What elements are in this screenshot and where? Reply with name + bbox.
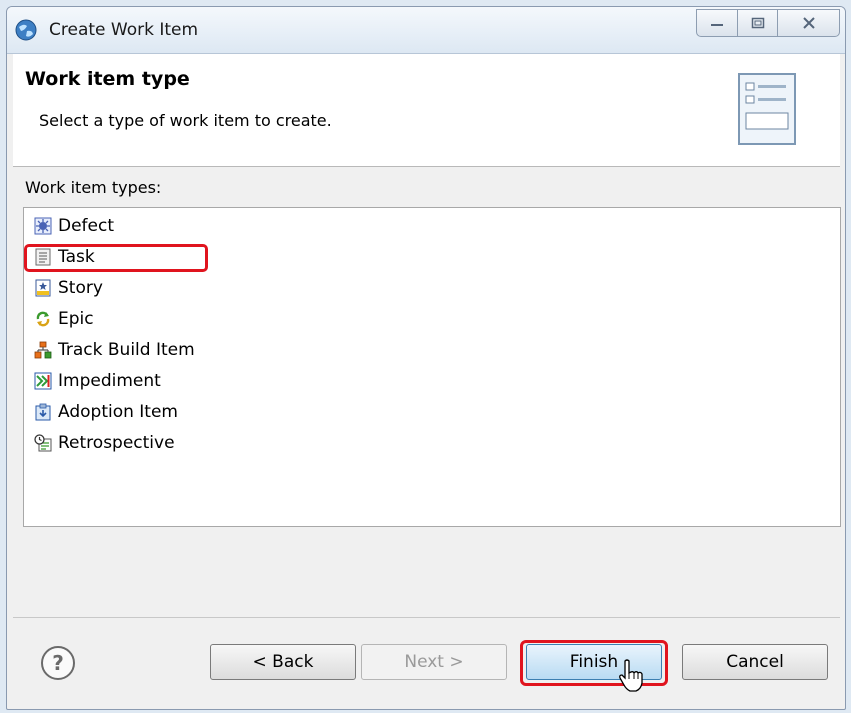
list-item-label: Epic xyxy=(58,309,94,329)
list-item-retrospective[interactable]: Retrospective xyxy=(34,429,175,457)
back-button[interactable]: < Back xyxy=(210,644,356,680)
help-icon: ? xyxy=(52,651,64,675)
list-item-label: Story xyxy=(58,278,103,298)
maximize-button[interactable] xyxy=(738,9,778,37)
wizard-header: Work item type Select a type of work ite… xyxy=(13,54,840,167)
maximize-icon xyxy=(751,17,764,29)
list-item-label: Track Build Item xyxy=(58,340,195,360)
adoption-item-icon xyxy=(35,403,51,421)
epic-icon xyxy=(36,311,50,327)
story-icon xyxy=(35,279,51,297)
close-icon xyxy=(802,17,815,29)
list-item-label: Task xyxy=(58,247,95,267)
footer-divider xyxy=(13,617,840,618)
list-item-impediment[interactable]: Impediment xyxy=(34,367,161,395)
form-wizard-icon xyxy=(738,73,796,145)
task-icon xyxy=(35,248,51,266)
close-button[interactable] xyxy=(778,9,840,37)
finish-highlight-annotation xyxy=(520,640,668,686)
app-globe-icon xyxy=(15,19,37,41)
list-item-defect[interactable]: Defect xyxy=(34,212,114,240)
minimize-button[interactable] xyxy=(696,9,738,37)
impediment-icon xyxy=(34,372,52,390)
window-controls xyxy=(696,9,840,37)
list-item-task[interactable]: Task xyxy=(34,243,95,271)
list-item-label: Retrospective xyxy=(58,433,175,453)
next-button[interactable]: Next > xyxy=(361,644,507,680)
list-item-epic[interactable]: Epic xyxy=(34,305,94,333)
retrospective-icon xyxy=(34,434,52,452)
work-item-type-list[interactable]: Defect Task Story Epic Track Build Item … xyxy=(23,207,841,527)
page-title: Work item type xyxy=(25,68,190,90)
work-item-types-label: Work item types: xyxy=(25,178,162,197)
hand-cursor-icon xyxy=(619,659,643,692)
page-description: Select a type of work item to create. xyxy=(39,111,332,130)
list-item-story[interactable]: Story xyxy=(34,274,103,302)
defect-icon xyxy=(34,217,52,235)
list-item-label: Defect xyxy=(58,216,115,236)
list-item-adoption-item[interactable]: Adoption Item xyxy=(34,398,178,426)
list-item-label: Adoption Item xyxy=(58,402,178,422)
cancel-button[interactable]: Cancel xyxy=(682,644,828,680)
track-build-item-icon xyxy=(34,341,52,359)
help-button[interactable]: ? xyxy=(41,646,75,680)
list-item-track-build-item[interactable]: Track Build Item xyxy=(34,336,195,364)
title-bar[interactable]: Create Work Item xyxy=(7,7,845,54)
list-item-label: Impediment xyxy=(58,371,161,391)
minimize-icon xyxy=(711,24,723,26)
window-title: Create Work Item xyxy=(49,20,199,40)
create-work-item-dialog: Create Work Item Work item type Select a… xyxy=(6,6,846,710)
